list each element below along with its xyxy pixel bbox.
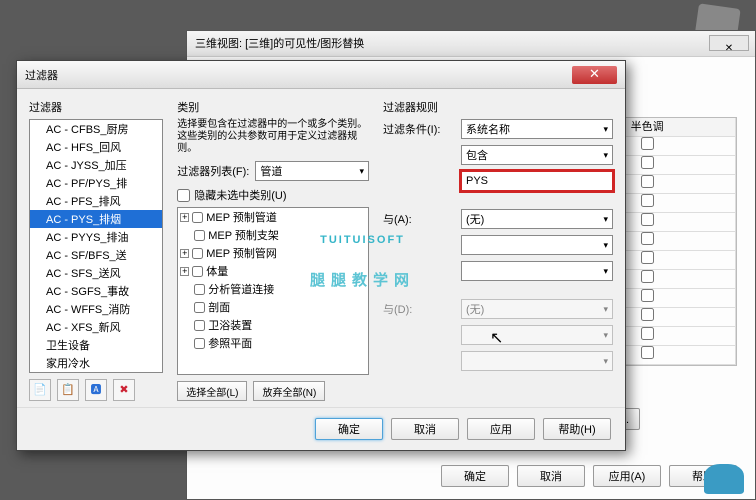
bg-ok-button[interactable]: 确定 <box>441 465 509 487</box>
filter-item[interactable]: AC - PYYS_排油 <box>30 228 162 246</box>
hide-unchecked-label: 隐藏未选中类别(U) <box>194 187 286 203</box>
filter-by-label: 过滤条件(I): <box>383 121 455 137</box>
operator-combo[interactable]: 包含 <box>461 145 613 165</box>
filter-item[interactable]: AC - XFS_新风 <box>30 318 162 336</box>
hide-unchecked-checkbox[interactable] <box>177 189 190 202</box>
rename-filter-icon[interactable]: 🅰 <box>85 379 107 401</box>
logo-elephant-icon <box>704 464 744 494</box>
category-checkbox[interactable] <box>194 320 205 331</box>
copy-filter-icon[interactable]: 📋 <box>57 379 79 401</box>
and-a-op[interactable] <box>461 235 613 255</box>
category-checkbox[interactable] <box>192 212 203 223</box>
bg-cancel-button[interactable]: 取消 <box>517 465 585 487</box>
expand-icon[interactable]: + <box>180 249 189 258</box>
filter-item[interactable]: AC - WFFS_消防 <box>30 300 162 318</box>
bg-close-button[interactable]: ✕ <box>709 35 749 51</box>
filter-item[interactable]: AC - HFS_回风 <box>30 138 162 156</box>
category-node[interactable]: MEP 预制支架 <box>178 226 368 244</box>
value-input[interactable] <box>461 171 613 191</box>
and-a-label: 与(A): <box>383 211 455 227</box>
category-node[interactable]: +MEP 预制管道 <box>178 208 368 226</box>
close-icon[interactable]: ✕ <box>572 66 617 84</box>
discipline-combo[interactable]: 管道 <box>255 161 369 181</box>
category-checkbox[interactable] <box>192 266 203 277</box>
filter-item[interactable]: AC - JYSS_加压 <box>30 156 162 174</box>
filter-item[interactable]: AC - SFS_送风 <box>30 264 162 282</box>
and-d-combo[interactable]: (无) <box>461 299 613 319</box>
filter-item[interactable]: AC - PYS_排烟 <box>30 210 162 228</box>
help-button[interactable]: 帮助(H) <box>543 418 611 440</box>
category-tree[interactable]: +MEP 预制管道MEP 预制支架+MEP 预制管网+体量分析管道连接剖面卫浴装… <box>177 207 369 375</box>
apply-button[interactable]: 应用 <box>467 418 535 440</box>
filters-label: 过滤器 <box>29 99 163 115</box>
filter-item[interactable]: AC - SF/BFS_送 <box>30 246 162 264</box>
filter-item[interactable]: AC - CFBS_厨房 <box>30 120 162 138</box>
dlg-footer: 确定 取消 应用 帮助(H) <box>17 407 625 450</box>
bg-title-text: 三维视图: [三维]的可见性/图形替换 <box>195 38 364 50</box>
category-node[interactable]: +体量 <box>178 262 368 280</box>
categories-note: 选择要包含在过滤器中的一个或多个类别。这些类别的公共参数可用于定义过滤器规则。 <box>177 119 369 155</box>
cancel-button[interactable]: 取消 <box>391 418 459 440</box>
and-d-op <box>461 325 613 345</box>
category-checkbox[interactable] <box>192 248 203 259</box>
bg-apply-button[interactable]: 应用(A) <box>593 465 661 487</box>
dlg-title-text: 过滤器 <box>25 67 572 83</box>
category-node[interactable]: 卫浴装置 <box>178 316 368 334</box>
filter-item[interactable]: 卫生设备 <box>30 336 162 354</box>
bg-title-bar: 三维视图: [三维]的可见性/图形替换 ✕ <box>187 31 755 57</box>
filter-list-label: 过滤器列表(F): <box>177 163 249 179</box>
new-filter-icon[interactable]: 📄 <box>29 379 51 401</box>
category-checkbox[interactable] <box>194 302 205 313</box>
deselect-all-button[interactable]: 放弃全部(N) <box>253 381 325 401</box>
filter-item[interactable]: AC - SGFS_事故 <box>30 282 162 300</box>
dlg-title-bar[interactable]: 过滤器 ✕ <box>17 61 625 89</box>
category-node[interactable]: 分析管道连接 <box>178 280 368 298</box>
filter-item[interactable]: AC - PFS_排风 <box>30 192 162 210</box>
category-checkbox[interactable] <box>194 230 205 241</box>
filter-dialog: 过滤器 ✕ 过滤器 AC - CFBS_厨房AC - HFS_回风AC - JY… <box>16 60 626 451</box>
expand-icon[interactable]: + <box>180 267 189 276</box>
delete-filter-icon[interactable]: ✖ <box>113 379 135 401</box>
param-combo[interactable]: 系统名称 <box>461 119 613 139</box>
category-node[interactable]: +MEP 预制管网 <box>178 244 368 262</box>
rules-label: 过滤器规则 <box>383 99 613 115</box>
filter-toolbar: 📄 📋 🅰 ✖ <box>29 379 163 401</box>
filter-item[interactable]: 家用冷水 <box>30 354 162 372</box>
ok-button[interactable]: 确定 <box>315 418 383 440</box>
categories-label: 类别 <box>177 99 369 115</box>
and-d-val <box>461 351 613 371</box>
category-checkbox[interactable] <box>194 338 205 349</box>
and-d-label: 与(D): <box>383 301 455 317</box>
category-node[interactable]: 剖面 <box>178 298 368 316</box>
and-a-val[interactable] <box>461 261 613 281</box>
expand-icon[interactable]: + <box>180 213 189 222</box>
select-all-button[interactable]: 选择全部(L) <box>177 381 247 401</box>
category-node[interactable]: 参照平面 <box>178 334 368 352</box>
filter-listbox[interactable]: AC - CFBS_厨房AC - HFS_回风AC - JYSS_加压AC - … <box>29 119 163 373</box>
category-checkbox[interactable] <box>194 284 205 295</box>
and-a-combo[interactable]: (无) <box>461 209 613 229</box>
filter-item[interactable]: AC - PF/PYS_排 <box>30 174 162 192</box>
bg-footer: 确定 取消 应用(A) 帮助 <box>441 465 737 487</box>
